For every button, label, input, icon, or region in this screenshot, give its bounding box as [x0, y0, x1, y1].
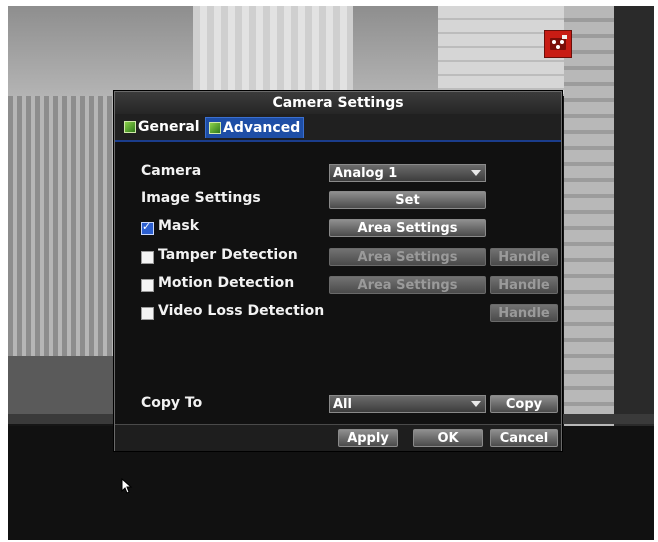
mask-checkbox[interactable] [141, 220, 154, 235]
mask-area-settings-button[interactable]: Area Settings [329, 219, 486, 237]
image-settings-label: Image Settings [141, 190, 261, 206]
video-loss-checkbox[interactable] [141, 307, 154, 320]
background-wall-shadow [8, 356, 116, 416]
motion-handle-button[interactable]: Handle [490, 276, 558, 294]
motion-area-settings-button[interactable]: Area Settings [329, 276, 486, 294]
record-status-icon [544, 30, 572, 58]
copy-to-select-value: All [333, 396, 352, 412]
chevron-down-icon [471, 170, 481, 176]
dialog-title-bar: Camera Settings [115, 92, 561, 115]
motion-detection-checkbox[interactable] [141, 279, 154, 292]
tamper-detection-checkbox[interactable] [141, 251, 154, 264]
tab-icon [124, 121, 136, 133]
motion-detection-label: Motion Detection [158, 275, 295, 291]
tamper-detection-label: Tamper Detection [158, 247, 298, 263]
tab-advanced-label: Advanced [223, 120, 301, 136]
mouse-pointer-icon [121, 478, 133, 494]
image-settings-set-button[interactable]: Set [329, 191, 486, 209]
camera-label: Camera [141, 163, 202, 179]
mask-label: Mask [158, 218, 200, 234]
copy-to-select[interactable]: All [329, 395, 486, 413]
copy-button[interactable]: Copy [490, 395, 558, 413]
video-loss-label: Video Loss Detection [158, 303, 325, 319]
cancel-button[interactable]: Cancel [490, 429, 558, 447]
apply-button[interactable]: Apply [338, 429, 398, 447]
tamper-area-settings-button[interactable]: Area Settings [329, 248, 486, 266]
tab-icon [209, 122, 221, 134]
copy-to-label: Copy To [141, 395, 203, 411]
tab-general[interactable]: General [121, 117, 203, 137]
tab-general-label: General [138, 119, 200, 135]
tab-advanced[interactable]: Advanced [205, 117, 305, 138]
tab-bar: General Advanced [115, 114, 561, 142]
camera-select-value: Analog 1 [333, 165, 398, 181]
chevron-down-icon [471, 401, 481, 407]
background-wall-left [8, 96, 116, 356]
camera-select[interactable]: Analog 1 [329, 164, 486, 182]
camera-settings-dialog: Camera Settings General Advanced Camera … [114, 91, 562, 451]
ok-button[interactable]: OK [413, 429, 483, 447]
tamper-handle-button[interactable]: Handle [490, 248, 558, 266]
video-loss-handle-button[interactable]: Handle [490, 304, 558, 322]
dialog-footer: Apply OK Cancel [115, 424, 561, 451]
dialog-title: Camera Settings [272, 95, 404, 111]
background-building [193, 6, 353, 98]
